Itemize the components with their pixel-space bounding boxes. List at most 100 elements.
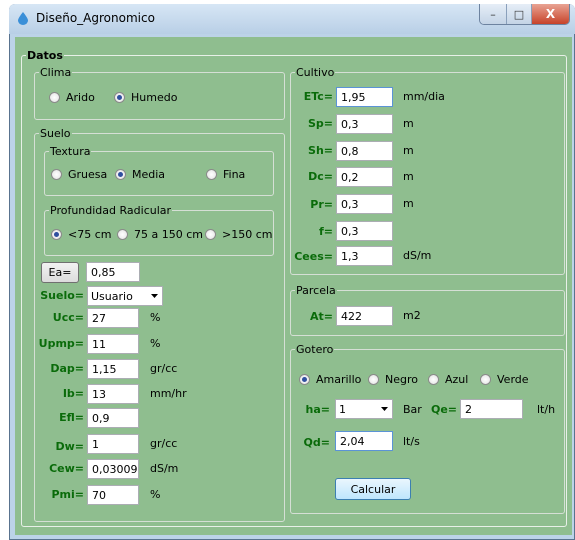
radio-label: Gruesa: [68, 168, 108, 181]
radio-circle: [51, 169, 62, 180]
chevron-down-icon: [376, 407, 392, 411]
radio-label: Media: [132, 168, 166, 181]
at-unit: m2: [403, 309, 421, 322]
qd-unit: lt/s: [403, 435, 420, 448]
radio-arido[interactable]: Arido: [49, 91, 95, 104]
radio-75-150[interactable]: 75 a 150 cm: [117, 228, 203, 241]
radio-amarillo[interactable]: Amarillo: [299, 373, 361, 386]
radio-lt75[interactable]: <75 cm: [51, 228, 111, 241]
dap-unit: gr/cc: [150, 362, 178, 375]
etc-field[interactable]: [336, 87, 393, 107]
radio-gruesa[interactable]: Gruesa: [51, 168, 107, 181]
ha-unit: Bar: [403, 403, 422, 416]
efl-field[interactable]: [87, 408, 139, 428]
radio-circle: [115, 169, 126, 180]
radio-circle: [205, 229, 216, 240]
radio-verde[interactable]: Verde: [480, 373, 529, 386]
qe-label: Qe=: [430, 403, 457, 416]
radio-label: Negro: [385, 373, 418, 386]
upmp-unit: %: [150, 337, 161, 350]
sp-field[interactable]: [336, 114, 393, 134]
ucc-unit: %: [150, 311, 161, 324]
radio-label: Azul: [445, 373, 469, 386]
dc-field[interactable]: [336, 167, 393, 187]
pmi-field[interactable]: [87, 485, 139, 505]
ucc-field[interactable]: [87, 308, 139, 328]
qd-field[interactable]: [335, 431, 393, 451]
maximize-button[interactable]: □: [507, 4, 532, 24]
dap-field[interactable]: [87, 359, 139, 379]
f-field[interactable]: [336, 221, 393, 241]
chevron-down-icon: [146, 294, 162, 298]
parcela-legend: Parcela: [296, 284, 336, 297]
clima-legend: Clima: [40, 66, 72, 79]
minimize-button[interactable]: –: [480, 4, 507, 24]
cees-unit: dS/m: [403, 249, 432, 262]
close-button[interactable]: X: [532, 4, 569, 24]
ucc-label: Ucc=: [52, 311, 84, 324]
cew-label: Cew=: [49, 462, 84, 475]
radio-label: Humedo: [131, 91, 178, 104]
pmi-label: Pmi=: [51, 488, 84, 501]
at-label: At=: [310, 310, 333, 323]
etc-label: ETc=: [303, 90, 333, 103]
radio-circle: [368, 374, 379, 385]
upmp-label: Upmp=: [38, 337, 84, 350]
radio-circle: [480, 374, 491, 385]
at-field[interactable]: [336, 306, 393, 326]
datos-legend: Datos: [27, 49, 63, 62]
radio-fina[interactable]: Fina: [206, 168, 245, 181]
cultivo-legend: Cultivo: [296, 66, 335, 79]
radio-label: >150 cm: [222, 228, 273, 241]
suelo-legend: Suelo: [40, 127, 71, 140]
dw-field[interactable]: [87, 434, 139, 454]
dw-unit: gr/cc: [150, 437, 178, 450]
gotero-group: Gotero: [290, 343, 565, 514]
sp-label: Sp=: [307, 117, 333, 130]
radio-label: Arido: [66, 91, 95, 104]
radio-label: Amarillo: [316, 373, 362, 386]
cew-unit: dS/m: [150, 462, 179, 475]
calcular-button[interactable]: Calcular: [335, 478, 411, 500]
radio-gt150[interactable]: >150 cm: [205, 228, 272, 241]
suelo-label: Suelo=: [40, 289, 84, 302]
upmp-field[interactable]: [87, 334, 139, 354]
radio-negro[interactable]: Negro: [368, 373, 418, 386]
app-icon: [18, 12, 28, 25]
ib-field[interactable]: [87, 384, 139, 404]
profundidad-legend: Profundidad Radicular: [50, 204, 172, 217]
pr-field[interactable]: [336, 194, 393, 214]
sh-unit: m: [403, 144, 414, 157]
minimize-icon: –: [490, 7, 496, 21]
maximize-icon: □: [513, 7, 525, 21]
ha-combo[interactable]: 1: [335, 399, 393, 419]
cees-field[interactable]: [336, 246, 393, 266]
radio-label: 75 a 150 cm: [134, 228, 203, 241]
f-label: f=: [318, 225, 333, 238]
radio-label: Fina: [223, 168, 246, 181]
sh-field[interactable]: [336, 141, 393, 161]
gotero-legend: Gotero: [296, 343, 334, 356]
qe-unit: lt/h: [537, 403, 556, 416]
etc-unit: mm/dia: [403, 90, 445, 103]
ib-label: Ib=: [62, 387, 84, 400]
radio-humedo[interactable]: Humedo: [114, 91, 177, 104]
pr-label: Pr=: [310, 198, 333, 211]
qe-field[interactable]: [460, 399, 523, 419]
close-icon: X: [545, 7, 556, 21]
window-title: Diseño_Agronomico: [36, 11, 155, 25]
ea-button[interactable]: Ea=: [41, 262, 79, 283]
qd-label: Qd=: [303, 436, 330, 449]
radio-media[interactable]: Media: [115, 168, 165, 181]
ha-combo-value: 1: [339, 402, 346, 416]
suelo-combo[interactable]: Usuario: [87, 286, 163, 306]
radio-azul[interactable]: Azul: [428, 373, 468, 386]
sh-label: Sh=: [308, 144, 333, 157]
pr-unit: m: [403, 197, 414, 210]
cew-field[interactable]: [87, 459, 139, 479]
radio-circle: [428, 374, 439, 385]
ha-label: ha=: [305, 403, 330, 416]
radio-label: <75 cm: [68, 228, 112, 241]
ea-field[interactable]: [86, 262, 140, 282]
radio-circle: [114, 92, 125, 103]
